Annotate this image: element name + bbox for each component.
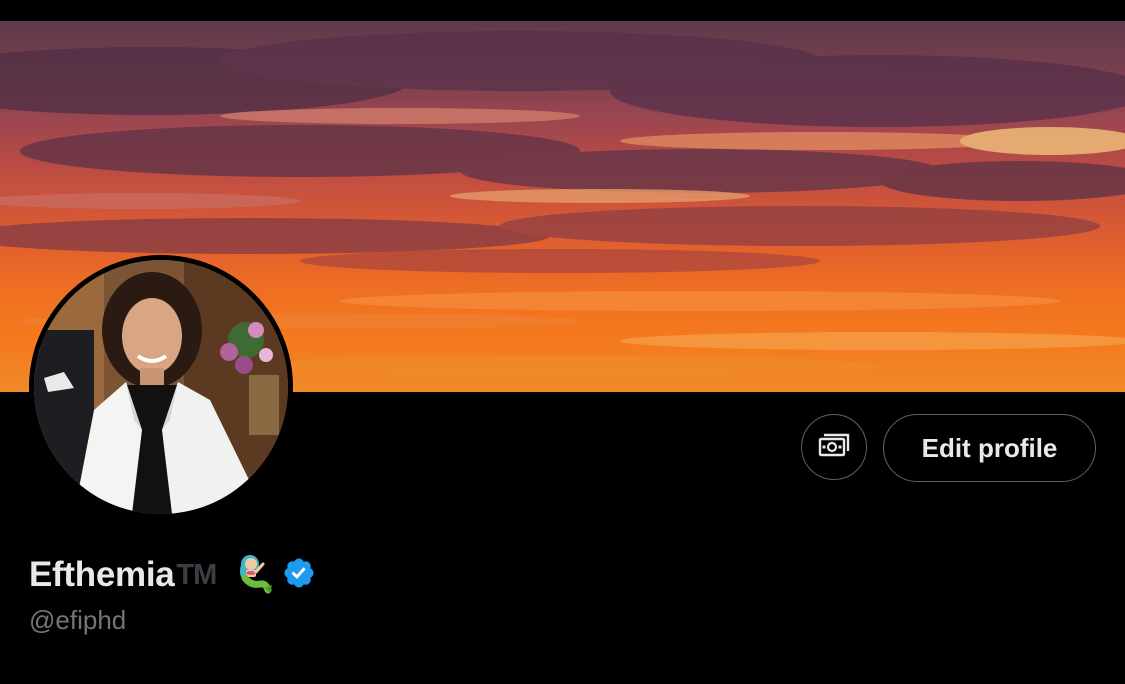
verified-badge-icon[interactable] <box>282 556 316 595</box>
profile-name-row: Efthemia TM <box>29 552 316 598</box>
user-handle: @efiphd <box>29 605 127 635</box>
tip-money-button[interactable] <box>801 414 867 480</box>
top-strip <box>0 0 1125 21</box>
profile-avatar[interactable] <box>29 255 293 519</box>
trademark-suffix: TM <box>176 558 217 591</box>
avatar-photo <box>34 260 288 514</box>
display-name: Efthemia <box>29 555 175 594</box>
mermaid-emoji-icon <box>232 552 274 599</box>
money-icon <box>818 432 850 463</box>
edit-profile-button[interactable]: Edit profile <box>883 414 1096 482</box>
